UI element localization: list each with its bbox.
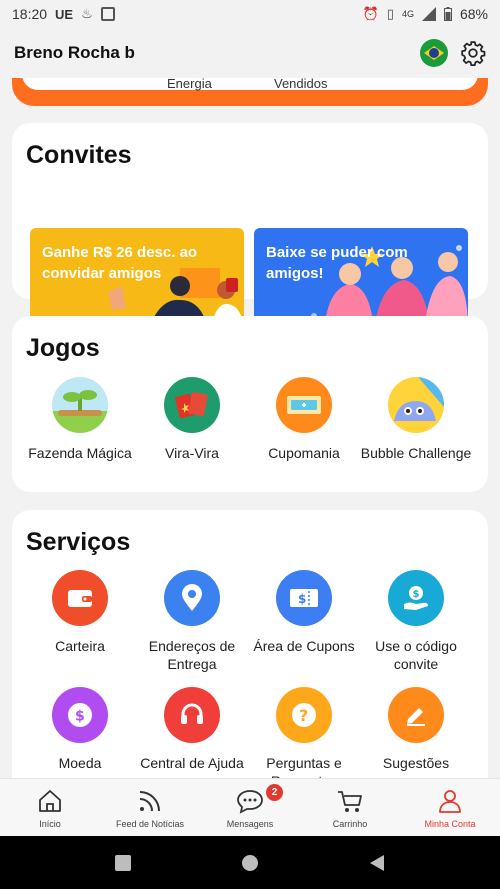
battery-icon [443, 7, 452, 21]
services-title: Serviços [26, 528, 131, 556]
share-download-banner[interactable]: Baixe se puder com amigos! [254, 228, 468, 330]
stats-card: Energia Vendidos [12, 78, 488, 106]
games-card: Jogos Fazenda Mágica Vira-Vira Cupomania… [12, 316, 488, 492]
nav-label: Carrinho [332, 819, 368, 829]
stat-label-sold[interactable]: Vendidos [274, 78, 328, 91]
svg-text:?: ? [299, 706, 308, 725]
farm-icon [52, 377, 108, 433]
bubble-icon [388, 377, 444, 433]
service-label: Sugestões [382, 755, 450, 771]
messages-badge: 2 [266, 784, 283, 801]
vibrate-icon: ▯ [386, 6, 394, 21]
cart-icon [336, 786, 364, 816]
cards-icon [164, 377, 220, 433]
game-label: Fazenda Mágica [28, 445, 132, 461]
chat-icon [236, 786, 264, 816]
user-name[interactable]: Breno Rocha b [14, 43, 135, 63]
notification-icon: ♨ [81, 6, 93, 21]
service-item-coin[interactable]: $ Moeda [24, 687, 136, 772]
recent-apps-icon[interactable] [114, 854, 132, 872]
service-item-help-center[interactable]: Central de Ajuda [136, 687, 248, 772]
nav-item-feed[interactable]: Feed de Notícias [100, 779, 200, 836]
account-header: Breno Rocha b [0, 28, 500, 78]
service-item-wallet[interactable]: Carteira [24, 570, 136, 655]
game-item-fazenda-magica[interactable]: Fazenda Mágica [24, 377, 136, 462]
share-banner-text: Baixe se puder com amigos! [266, 244, 408, 282]
service-label: Carteira [55, 638, 105, 654]
svg-text:$: $ [298, 592, 306, 606]
pencil-icon [388, 687, 444, 743]
service-label: Use o código convite [375, 638, 457, 672]
home-icon [37, 786, 63, 816]
nav-item-messages[interactable]: 2 Mensagens [200, 779, 300, 836]
battery-level: 68% [459, 6, 488, 22]
nav-item-home[interactable]: Início [0, 779, 100, 836]
user-icon [437, 786, 463, 816]
game-label: Cupomania [268, 445, 340, 461]
nav-label: Feed de Notícias [115, 819, 185, 829]
settings-gear-icon[interactable] [460, 40, 486, 66]
carrier-label: UE [55, 6, 74, 22]
bottom-navigation: Início Feed de Notícias 2 Mensagens Carr… [0, 778, 500, 836]
status-bar: 18:20 UE ♨ ⏰ ▯ 4G 68% [0, 0, 500, 28]
system-navigation-bar [0, 836, 500, 889]
service-label: Moeda [58, 755, 102, 771]
services-card: Serviços Carteira Endereços de Entrega $… [12, 510, 488, 778]
stat-label-energy[interactable]: Energia [167, 78, 212, 91]
invite-banner-text: Ganhe R$ 26 desc. ao convidar amigos [42, 244, 198, 282]
invites-card: Convites Ganhe R$ 26 desc. ao convidar a… [12, 123, 488, 330]
service-item-addresses[interactable]: Endereços de Entrega [136, 570, 248, 673]
service-label: Área de Cupons [253, 638, 355, 654]
service-item-invite-code[interactable]: $ Use o código convite [360, 570, 472, 673]
network-type: 4G [401, 9, 414, 19]
game-item-cupomania[interactable]: Cupomania [248, 377, 360, 462]
headset-icon [164, 687, 220, 743]
nav-item-my-account[interactable]: Minha Conta [400, 779, 500, 836]
alarm-icon: ⏰ [362, 6, 379, 21]
service-label: Endereços de Entrega [148, 638, 236, 672]
coupon-ticket-icon [276, 377, 332, 433]
question-icon: ? [276, 687, 332, 743]
nav-label: Minha Conta [424, 819, 476, 829]
game-label: Bubble Challenge [360, 445, 472, 461]
game-label: Vira-Vira [165, 445, 219, 461]
service-item-faq[interactable]: ? Perguntas e Respostas [248, 687, 360, 778]
gmail-notification-icon [100, 7, 115, 21]
home-button-icon[interactable] [241, 854, 259, 872]
service-label: Central de Ajuda [140, 755, 244, 771]
service-item-coupons[interactable]: $ Área de Cupons [248, 570, 360, 655]
signal-icon [421, 7, 436, 21]
coin-icon: $ [52, 687, 108, 743]
location-pin-icon [164, 570, 220, 626]
brazil-flag-icon[interactable] [420, 39, 448, 67]
feed-icon [137, 786, 163, 816]
invite-friends-banner[interactable]: Ganhe R$ 26 desc. ao convidar amigos [30, 228, 244, 330]
invites-title: Convites [26, 141, 132, 169]
game-item-bubble-challenge[interactable]: Bubble Challenge [360, 377, 472, 462]
nav-label: Início [39, 819, 61, 829]
svg-text:$: $ [75, 709, 85, 725]
hand-coin-icon: $ [388, 570, 444, 626]
service-item-suggestions[interactable]: Sugestões [360, 687, 472, 772]
nav-item-cart[interactable]: Carrinho [300, 779, 400, 836]
status-time: 18:20 [12, 6, 48, 22]
account-content[interactable]: Energia Vendidos Convites Ganhe R$ 26 de… [0, 78, 500, 778]
service-label: Perguntas e Respostas [266, 755, 342, 778]
back-icon[interactable] [368, 854, 386, 872]
svg-text:$: $ [413, 589, 420, 600]
nav-label: Mensagens [226, 819, 274, 829]
games-title: Jogos [26, 334, 100, 362]
game-item-vira-vira[interactable]: Vira-Vira [136, 377, 248, 462]
wallet-icon [52, 570, 108, 626]
coupon-icon: $ [276, 570, 332, 626]
